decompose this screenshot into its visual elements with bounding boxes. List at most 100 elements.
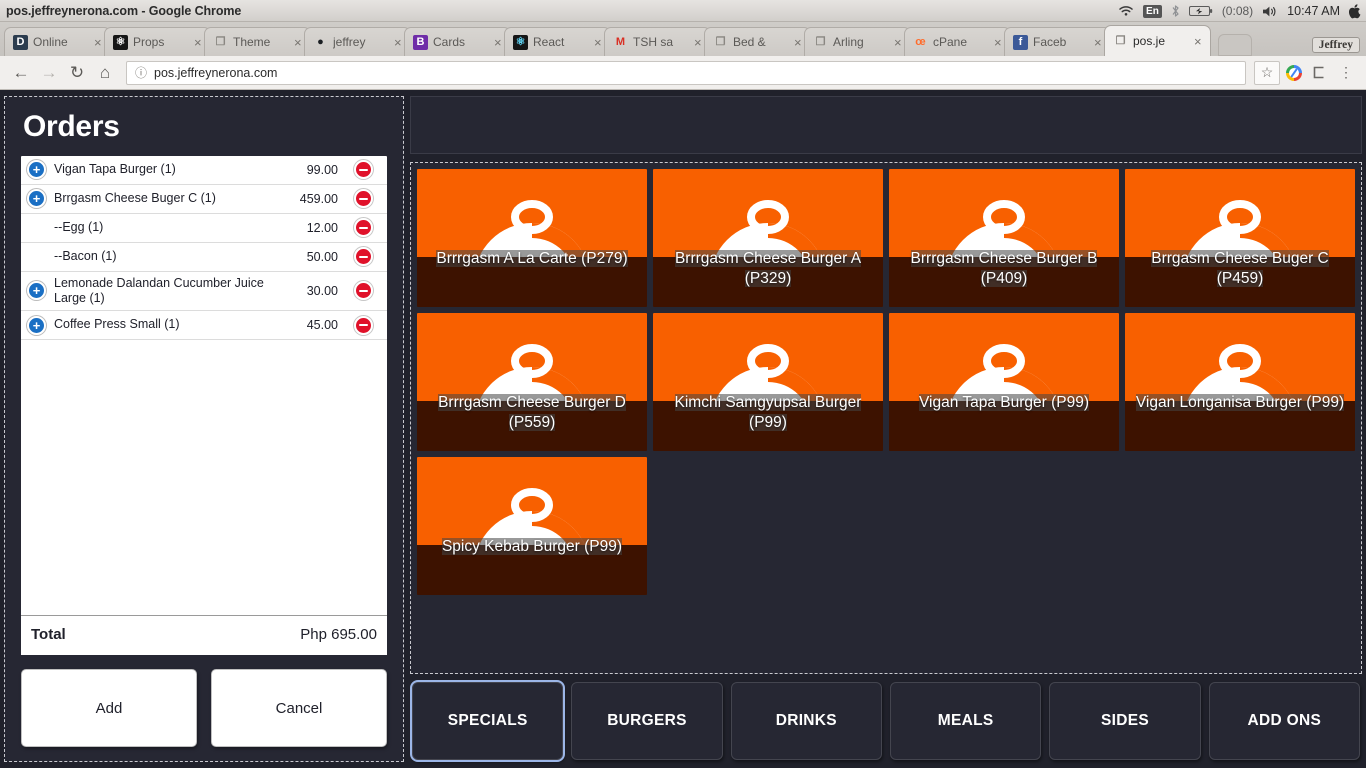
browser-tab[interactable]: D Online × — [4, 27, 111, 56]
order-row[interactable]: + Vigan Tapa Burger (1) 99.00 — [21, 156, 387, 185]
home-icon[interactable]: ⌂ — [92, 60, 118, 86]
product-tile[interactable]: Brrrgasm Cheese Burger D (P559) — [417, 313, 647, 451]
close-icon[interactable]: × — [1194, 35, 1205, 48]
remove-item-button[interactable] — [354, 315, 373, 335]
gmail-favicon: M — [615, 35, 626, 48]
cast-icon[interactable] — [1308, 61, 1332, 85]
food-cover-icon — [951, 200, 1057, 257]
browser-tab[interactable]: ⚛ Props × — [104, 27, 211, 56]
category-tab-specials[interactable]: SPECIALS — [412, 682, 564, 760]
bitbucket-favicon: B — [413, 34, 428, 50]
site-info-icon[interactable]: ⓘ — [135, 64, 147, 81]
order-row[interactable]: + Coffee Press Small (1) 45.00 — [21, 311, 387, 340]
reload-icon[interactable]: ↻ — [64, 60, 90, 86]
browser-tab-title: pos.je — [1133, 34, 1166, 48]
browser-tab[interactable]: M TSH sa × — [604, 27, 711, 56]
back-arrow-icon[interactable]: ← — [8, 60, 34, 86]
page-favicon: ❐ — [215, 35, 226, 48]
browser-tab[interactable]: œ cPane × — [904, 27, 1011, 56]
browser-tab-title: jeffrey — [333, 35, 366, 49]
order-row[interactable]: + Lemonade Dalandan Cucumber Juice Large … — [21, 272, 387, 311]
product-label: Vigan Longanisa Burger (P99) — [1135, 394, 1345, 411]
right-column: Brrrgasm A La Carte (P279) Brrrgasm Chees… — [410, 96, 1362, 762]
bluetooth-icon[interactable] — [1171, 4, 1180, 18]
remove-item-button[interactable] — [354, 281, 373, 301]
three-dot-menu-icon[interactable]: ⋮ — [1334, 61, 1358, 85]
food-cover-icon — [951, 344, 1057, 401]
increase-quantity-button[interactable]: + — [27, 160, 46, 179]
category-tab-add-ons[interactable]: ADD ONS — [1208, 682, 1360, 760]
product-tile[interactable]: Brrrgasm A La Carte (P279) — [417, 169, 647, 307]
order-item-price: 459.00 — [299, 191, 338, 206]
browser-tab-title: Arling — [833, 35, 864, 49]
browser-tab[interactable]: ● jeffrey × — [304, 27, 411, 56]
extension-icon[interactable] — [1282, 61, 1306, 85]
increase-quantity-button[interactable]: + — [27, 281, 46, 301]
category-tab-drinks[interactable]: DRINKS — [730, 682, 882, 760]
products-panel: Brrrgasm A La Carte (P279) Brrrgasm Chees… — [410, 162, 1362, 674]
order-row[interactable]: + Brrgasm Cheese Buger C (1) 459.00 — [21, 185, 387, 214]
category-tab-sides[interactable]: SIDES — [1049, 682, 1201, 760]
github-favicon: ● — [317, 35, 324, 48]
new-tab-button[interactable] — [1218, 34, 1252, 56]
order-item-name: Vigan Tapa Burger (1) — [54, 161, 176, 176]
system-tray: En (0:08) 10:47 AM — [1118, 0, 1362, 22]
product-tile[interactable]: Kimchi Samgyupsal Burger (P99) — [653, 313, 883, 451]
browser-tab[interactable]: ❐ Bed & × — [704, 27, 811, 56]
add-button[interactable]: Add — [21, 669, 197, 747]
order-total-row: Total Php 695.00 — [21, 615, 387, 655]
increase-quantity-button[interactable]: + — [27, 189, 46, 208]
browser-tab[interactable]: f Faceb × — [1004, 27, 1111, 56]
product-tile[interactable]: Brrrgasm Cheese Burger B (P409) — [889, 169, 1119, 307]
order-item-name: --Egg (1) — [54, 219, 104, 234]
browser-tab-title: Faceb — [1033, 35, 1067, 49]
total-label: Total — [31, 626, 66, 643]
remove-item-button[interactable] — [354, 218, 373, 237]
keyboard-language-indicator[interactable]: En — [1143, 4, 1162, 18]
product-tile[interactable]: Vigan Longanisa Burger (P99) — [1125, 313, 1355, 451]
product-image — [889, 169, 1119, 257]
remove-item-button[interactable] — [354, 247, 373, 266]
remove-item-button[interactable] — [354, 160, 373, 179]
increase-quantity-button[interactable]: + — [27, 315, 46, 335]
product-tile[interactable]: Brrgasm Cheese Buger C (P459) — [1125, 169, 1355, 307]
product-label: Vigan Tapa Burger (P99) — [918, 394, 1090, 411]
product-label: Brrgasm Cheese Buger C (P459) — [1151, 250, 1329, 288]
product-label: Brrrgasm Cheese Burger B (P409) — [910, 250, 1098, 288]
browser-tab[interactable]: ❐ Arling × — [804, 27, 911, 56]
product-label-wrap: Brrrgasm Cheese Burger B (P409) — [889, 249, 1119, 290]
browser-tab[interactable]: B Cards × — [404, 27, 511, 56]
product-tile[interactable]: Vigan Tapa Burger (P99) — [889, 313, 1119, 451]
product-label-wrap: Vigan Longanisa Burger (P99) — [1125, 393, 1355, 413]
order-item-name: Lemonade Dalandan Cucumber Juice Large (… — [54, 275, 264, 305]
product-tile[interactable]: Brrrgasm Cheese Burger A (P329) — [653, 169, 883, 307]
order-row[interactable]: --Bacon (1) 50.00 — [21, 243, 387, 272]
product-label-wrap: Brrrgasm Cheese Burger A (P329) — [653, 249, 883, 290]
page-favicon: ❐ — [715, 35, 726, 48]
browser-tab[interactable]: ⚛ React × — [504, 27, 611, 56]
clock[interactable]: 10:47 AM — [1287, 4, 1340, 18]
category-tab-burgers[interactable]: BURGERS — [571, 682, 723, 760]
browser-tab[interactable]: ❐ Theme × — [204, 27, 311, 56]
order-item-price: 50.00 — [306, 249, 338, 264]
browser-tab-title: Cards — [433, 35, 466, 49]
product-tile[interactable]: Spicy Kebab Burger (P99) — [417, 457, 647, 595]
orders-action-bar: Add Cancel — [21, 669, 387, 747]
browser-tab[interactable]: ❐ pos.je × — [1104, 25, 1211, 56]
volume-icon[interactable] — [1262, 5, 1278, 18]
cancel-button[interactable]: Cancel — [211, 669, 387, 747]
star-icon[interactable]: ☆ — [1254, 60, 1280, 85]
category-tab-meals[interactable]: MEALS — [889, 682, 1042, 760]
product-label: Kimchi Samgyupsal Burger (P99) — [674, 394, 862, 432]
chrome-profile-button[interactable]: Jeffrey — [1311, 37, 1360, 53]
battery-icon[interactable] — [1188, 5, 1213, 17]
remove-item-button[interactable] — [354, 189, 373, 208]
orders-panel: Orders + Vigan Tapa Burger (1) 99.00 + Brrga… — [4, 96, 404, 762]
address-bar[interactable]: ⓘ pos.jeffreynerona.com — [126, 60, 1246, 85]
product-label: Brrrgasm Cheese Burger D (P559) — [438, 394, 626, 432]
apple-icon[interactable] — [1349, 3, 1362, 19]
forward-arrow-icon[interactable]: → — [36, 60, 62, 86]
order-row[interactable]: --Egg (1) 12.00 — [21, 214, 387, 243]
wifi-icon[interactable] — [1118, 5, 1134, 17]
react-favicon: ⚛ — [513, 34, 528, 50]
